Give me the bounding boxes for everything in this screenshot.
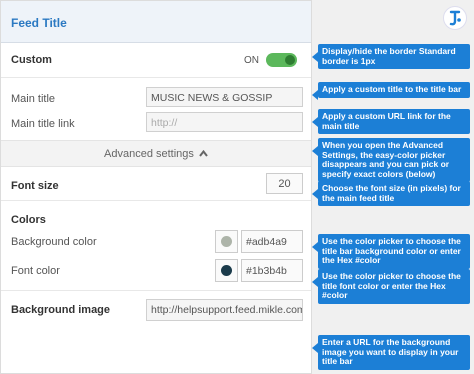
panel-title: Feed Title: [1, 1, 311, 43]
advanced-settings-toggle[interactable]: Advanced settings: [1, 140, 311, 167]
custom-toggle[interactable]: [266, 53, 297, 67]
chevron-up-icon: [199, 149, 208, 157]
main-title-label: Main title: [11, 93, 56, 105]
callout-custom: Display/hide the border Standard border …: [312, 44, 470, 69]
font-size-input[interactable]: 20: [266, 173, 303, 194]
callout-main-title-link: Apply a custom URL link for the main tit…: [312, 109, 470, 134]
colors-heading: Colors: [11, 214, 46, 226]
background-color-label: Background color: [11, 236, 97, 248]
main-title-link-label: Main title link: [11, 118, 75, 130]
background-image-input[interactable]: http://helpsupport.feed.mikle.com/sup: [146, 299, 303, 321]
callout-font-color: Use the color picker to choose the title…: [312, 269, 470, 304]
callout-advanced-settings: When you open the Advanced Settings, the…: [312, 138, 470, 182]
callout-background-color: Use the color picker to choose the title…: [312, 234, 470, 269]
font-size-label: Font size: [11, 180, 59, 192]
callout-font-size: Choose the font size (in pixels) for the…: [312, 181, 470, 206]
feed-logo-icon: [443, 6, 467, 30]
settings-panel: Feed Title Custom ON Main title MUSIC NE…: [0, 0, 312, 374]
background-color-hex-input[interactable]: #adb4a9: [241, 230, 303, 253]
background-color-swatch[interactable]: [215, 230, 238, 253]
custom-label: Custom: [11, 54, 52, 66]
font-color-swatch[interactable]: [215, 259, 238, 282]
main-title-link-input[interactable]: http://: [146, 112, 303, 132]
callout-background-image: Enter a URL for the background image you…: [312, 335, 470, 370]
main-title-input[interactable]: MUSIC NEWS & GOSSIP: [146, 87, 303, 107]
toggle-state-text: ON: [244, 55, 259, 66]
advanced-settings-label: Advanced settings: [104, 148, 194, 160]
callout-main-title: Apply a custom title to the title bar: [312, 82, 470, 100]
font-color-label: Font color: [11, 265, 60, 277]
feed-logo-glyph: [449, 10, 461, 26]
background-color-dot: [221, 236, 232, 247]
font-color-dot: [221, 265, 232, 276]
divider: [1, 200, 311, 201]
background-image-label: Background image: [11, 304, 111, 316]
divider: [1, 290, 311, 291]
toggle-knob: [285, 55, 295, 65]
font-color-hex-input[interactable]: #1b3b4b: [241, 259, 303, 282]
